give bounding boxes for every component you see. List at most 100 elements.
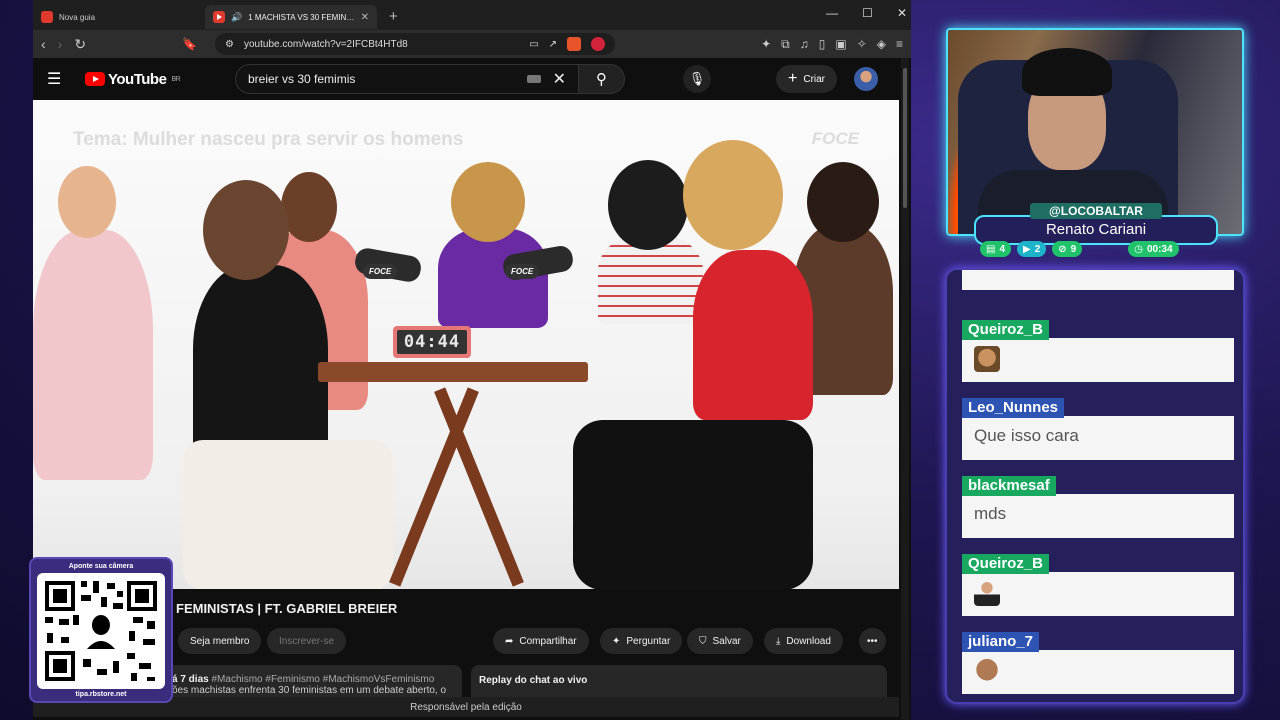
hamburger-menu-icon[interactable]: ☰: [47, 69, 71, 89]
join-button[interactable]: Seja membro: [178, 628, 262, 654]
close-window-icon[interactable]: ✕: [897, 6, 907, 20]
brave-rewards-icon[interactable]: [591, 37, 606, 51]
cast-icon[interactable]: ▭: [529, 39, 538, 50]
window-controls: — ☐ ✕: [826, 6, 907, 20]
bookmark-icon: ⛉: [699, 635, 707, 647]
tab-new[interactable]: Nova guia: [33, 5, 205, 29]
chat-username: blackmesaf: [962, 476, 1056, 496]
maximize-icon[interactable]: ☐: [862, 6, 873, 20]
vpn-icon[interactable]: ◈: [877, 37, 886, 52]
more-icon: •••: [867, 635, 878, 647]
tab-title: 1 MACHISTA VS 30 FEMINISTAS | FT: [248, 12, 354, 22]
share-button[interactable]: ➦ Compartilhar: [493, 628, 589, 654]
table-leg: [389, 387, 479, 587]
youtube-play-icon: [85, 72, 105, 86]
chat-message-partial: [962, 270, 1234, 290]
close-tab-icon[interactable]: ✕: [361, 12, 369, 23]
chat-bubble: [962, 338, 1234, 382]
url-bar[interactable]: ⚙ youtube.com/watch?v=2IFCBt4HTd8 ▭ ↗: [215, 33, 616, 55]
ask-label: Perguntar: [626, 635, 671, 647]
save-button[interactable]: ⛉ Salvar: [687, 628, 753, 654]
participant-head: [608, 160, 688, 250]
chat-bubble-icon: ▤: [986, 243, 996, 255]
save-label: Salvar: [712, 635, 741, 647]
debater-woman: [693, 250, 813, 420]
site-info-icon[interactable]: ⚙: [225, 39, 234, 50]
new-tab-button[interactable]: +: [389, 8, 398, 25]
rock-emote-icon: [974, 658, 1000, 684]
youtube-logo[interactable]: YouTube BR: [85, 70, 181, 88]
chat-bubble: [962, 572, 1234, 616]
create-button[interactable]: + Criar: [776, 65, 838, 93]
brave-shields-icon[interactable]: [567, 37, 582, 51]
chat-username: Leo_Nunnes: [962, 398, 1065, 418]
search-bar: breier vs 30 femimis ✕ ⚲: [235, 64, 625, 94]
chat-username: juliano_7: [962, 632, 1040, 652]
tab-youtube[interactable]: 🔊 1 MACHISTA VS 30 FEMINISTAS | FT ✕: [205, 5, 377, 29]
video-icon: ▶: [1023, 243, 1031, 255]
puzzle-icon[interactable]: ✦: [761, 37, 771, 52]
youtube-favicon-icon: [213, 11, 225, 23]
participant-head: [807, 162, 879, 242]
sidebar-icon[interactable]: ▯: [819, 37, 826, 52]
search-value: breier vs 30 femimis: [248, 72, 356, 86]
ask-button[interactable]: ✦ Perguntar: [600, 628, 683, 654]
keyboard-icon[interactable]: [526, 75, 541, 83]
qr-card: Aponte sua câmera tipa.rbstore.net: [29, 557, 173, 703]
live-chat-overlay: Queiroz_B Leo_Nunnes Que isso cara black…: [945, 268, 1245, 704]
minimize-icon[interactable]: —: [826, 6, 838, 20]
scrollbar[interactable]: [901, 58, 909, 720]
screenshot-icon[interactable]: ⧉: [781, 37, 790, 52]
youtube-header: ☰ YouTube BR breier vs 30 femimis ✕ ⚲ 🎙 …: [33, 58, 911, 100]
music-icon[interactable]: ♫: [800, 37, 809, 52]
video-player[interactable]: Tema: Mulher nasceu pra servir os homens…: [33, 100, 899, 589]
stream-timer: ◷ 00:34: [1128, 241, 1179, 257]
reload-icon[interactable]: ↻: [74, 36, 86, 53]
download-button[interactable]: ⤓ Download: [764, 628, 843, 654]
video-title: FEMINISTAS | FT. GABRIEL BREIER: [176, 601, 398, 616]
chat-message: juliano_7: [962, 632, 1234, 694]
qr-code: [37, 573, 165, 689]
hashtags[interactable]: #Machismo #Feminismo #MachismoVsFeminism…: [211, 674, 434, 685]
plus-icon: +: [788, 70, 798, 87]
edit-credit-text: Responsável pela edição: [410, 701, 522, 713]
menu-icon[interactable]: ≡: [896, 37, 903, 52]
stream-stats: ▤ 4 ▶ 2 ⊘ 9 ◷ 00:34: [980, 241, 1179, 257]
clear-search-icon[interactable]: ✕: [553, 69, 566, 89]
address-toolbar: ‹ › ↻ 🔖 ⚙ youtube.com/watch?v=2IFCBt4HTd…: [33, 30, 911, 58]
video-theme-caption: Tema: Mulher nasceu pra servir os homens: [73, 129, 464, 150]
forward-icon[interactable]: ›: [58, 36, 63, 52]
scrollbar-thumb[interactable]: [903, 68, 907, 208]
search-input[interactable]: breier vs 30 femimis ✕: [235, 64, 579, 94]
share-icon[interactable]: ↗: [549, 39, 557, 50]
streamer-handle: @LOCOBALTAR: [1030, 203, 1162, 219]
chat-count: ▤ 4: [980, 241, 1012, 257]
voice-search-button[interactable]: 🎙: [683, 65, 711, 93]
speaker-icon[interactable]: 🔊: [231, 12, 242, 23]
bookmark-icon[interactable]: 🔖: [182, 37, 197, 51]
download-icon: ⤓: [776, 635, 781, 647]
upload-date: á 7 dias: [172, 674, 209, 685]
leo-icon[interactable]: ✧: [857, 37, 867, 52]
video-count: ▶ 2: [1017, 241, 1047, 257]
participant-head: [451, 162, 525, 242]
logo-text: YouTube: [108, 70, 167, 88]
back-icon[interactable]: ‹: [41, 36, 46, 52]
wallet-icon[interactable]: ▣: [835, 37, 846, 52]
chat-bubble: [962, 650, 1234, 694]
host-man-head: [203, 180, 289, 280]
chat-message: Queiroz_B: [962, 320, 1234, 382]
host-man-legs: [183, 440, 393, 589]
subscribe-button[interactable]: Inscrever-se: [267, 628, 347, 654]
participant-head: [58, 166, 116, 238]
qr-top-text: Aponte sua câmera: [68, 563, 134, 570]
search-button[interactable]: ⚲: [579, 64, 625, 94]
timer-display: 04:44: [397, 330, 467, 354]
chat-text: mds: [962, 494, 1234, 538]
mic-brand-label: FOCE: [363, 264, 398, 279]
avatar[interactable]: [854, 67, 878, 91]
participant-head: [281, 172, 337, 242]
table-top: [318, 362, 588, 382]
video-count-value: 2: [1034, 243, 1041, 255]
more-actions-button[interactable]: •••: [859, 628, 886, 654]
